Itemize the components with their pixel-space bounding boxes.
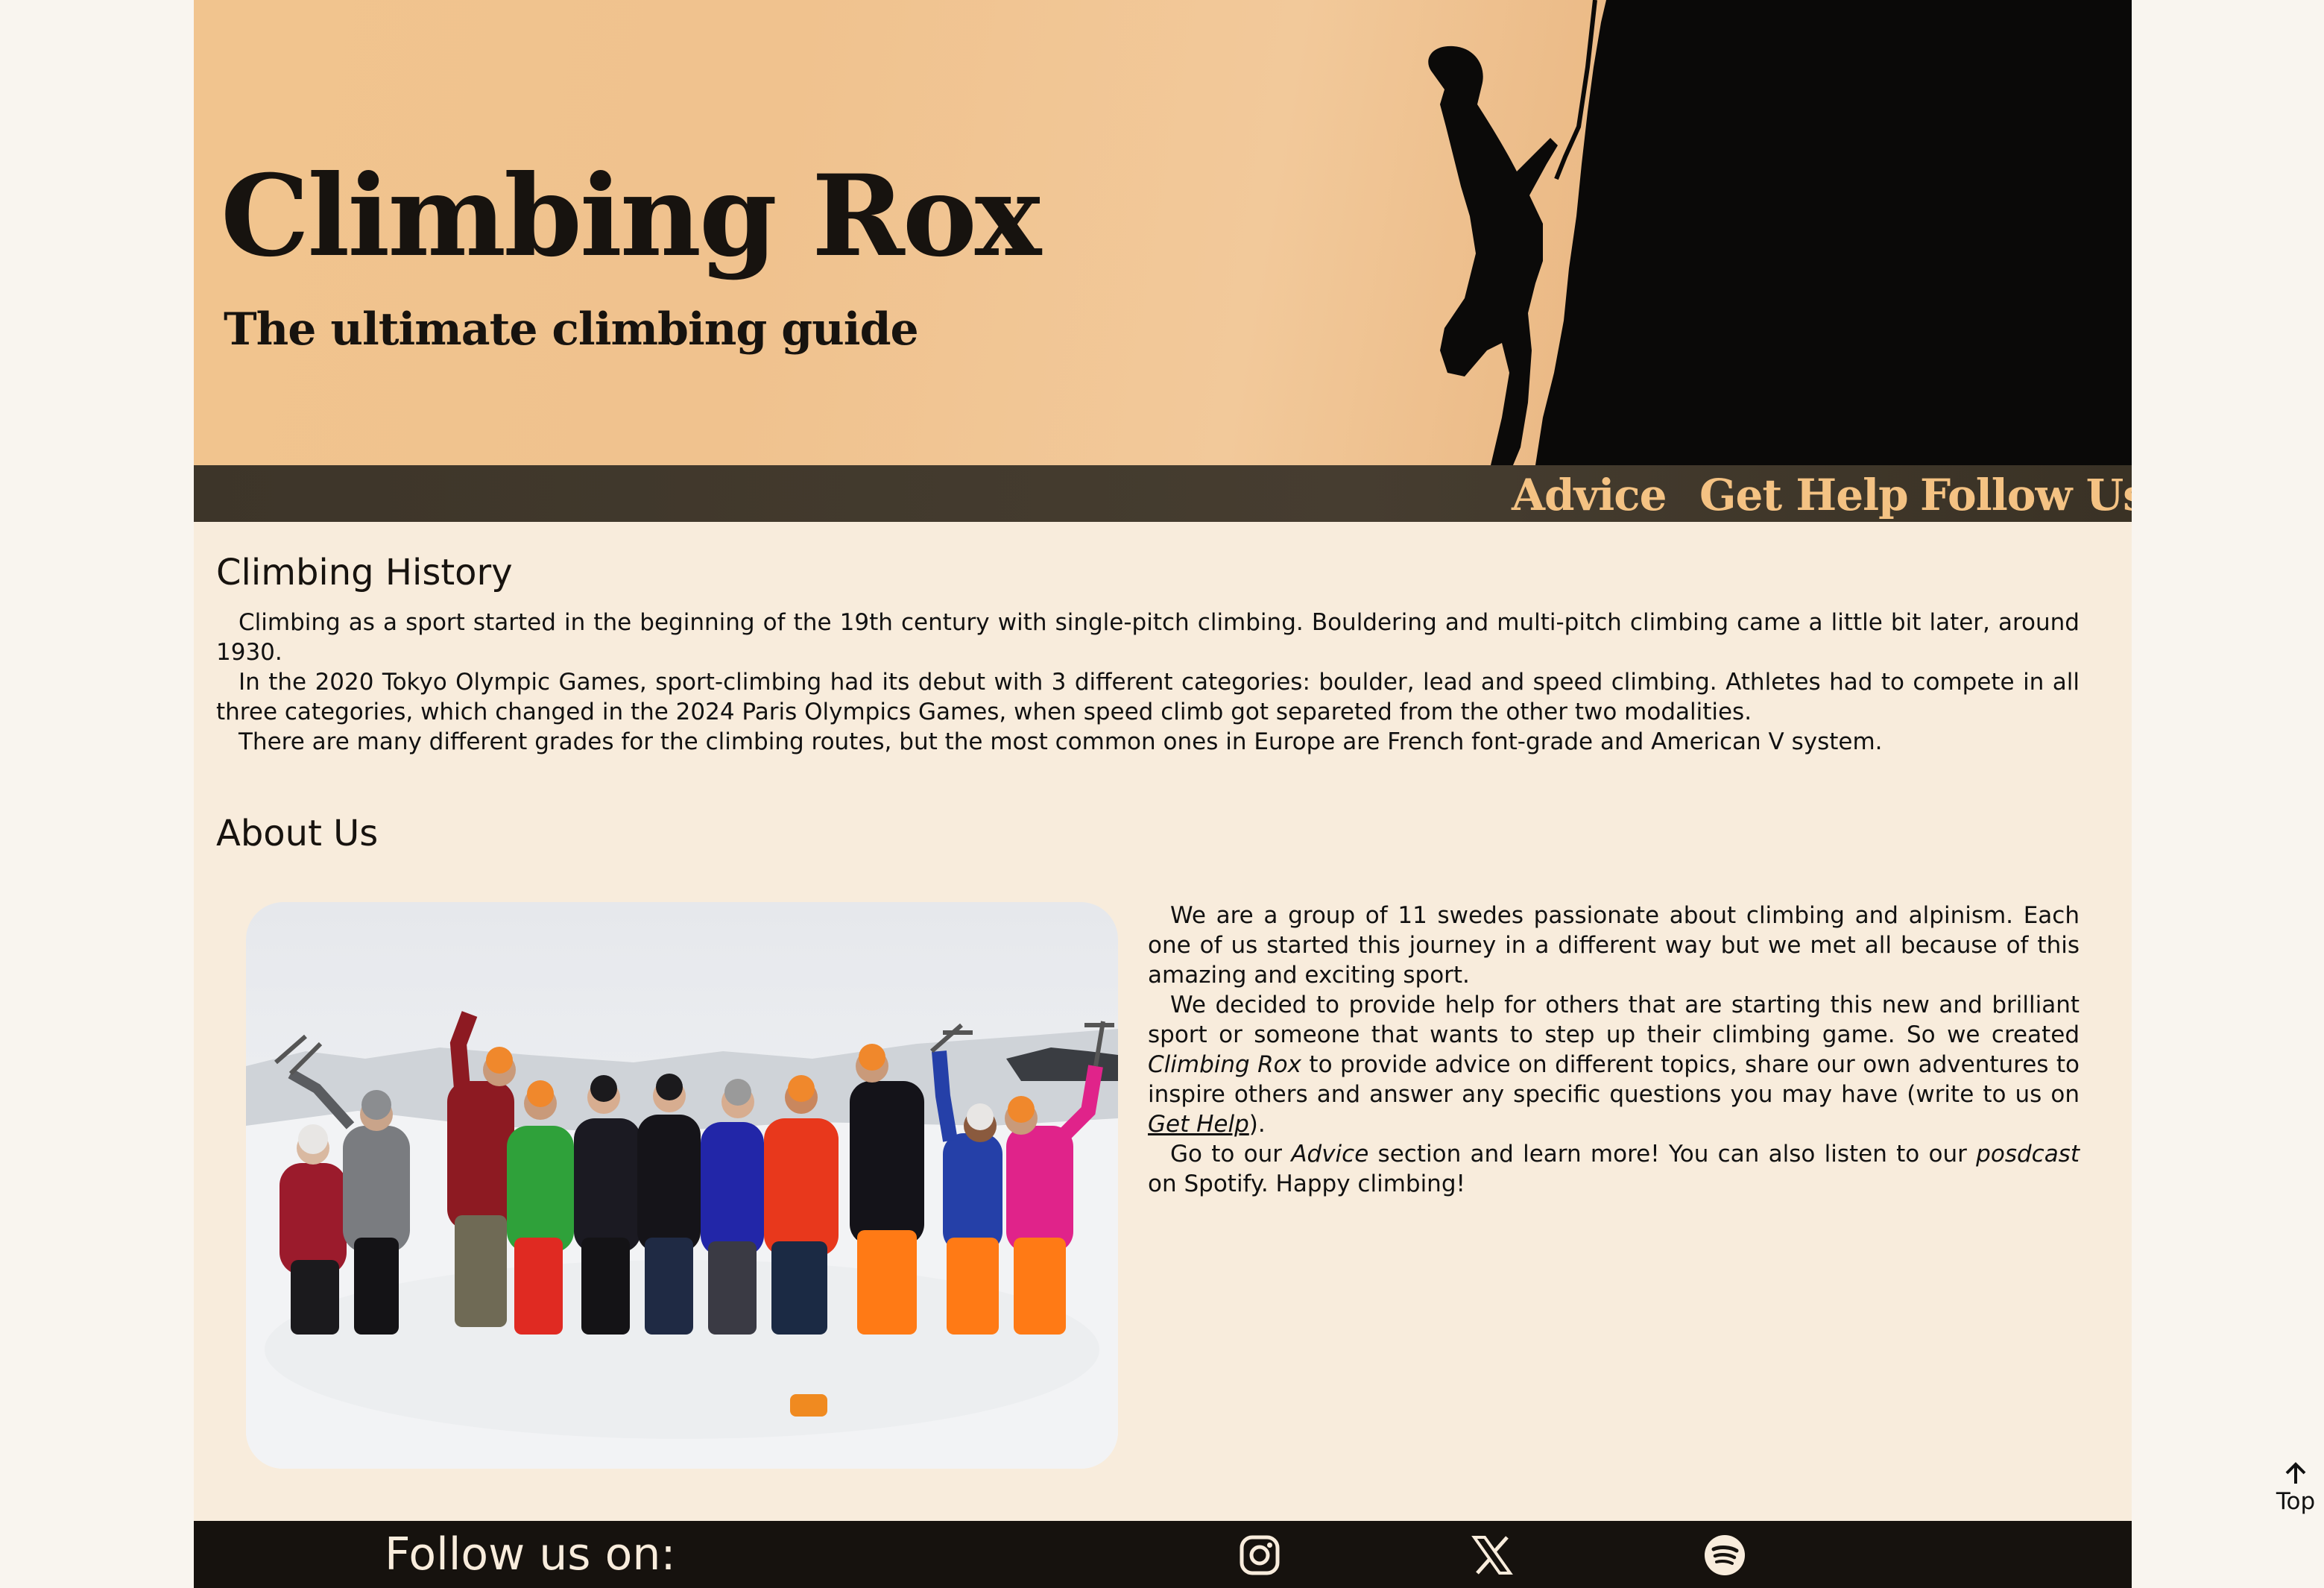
footer: Follow us on: [194,1521,2132,1588]
about-text-segment: We decided to provide help for others th… [1148,992,2080,1048]
about-advice-mention: Advice [1291,1141,1369,1168]
group-photo-illustration [246,1011,1118,1469]
nav-advice[interactable]: Advice [1512,467,1667,523]
about-paragraph: We decided to provide help for others th… [1148,990,2080,1139]
about-podcast-mention: posdcast [1976,1141,2080,1168]
about-text-segment: section and learn more! You can also lis… [1368,1141,1977,1168]
about-text-segment: ). [1248,1111,1266,1138]
nav-follow-us[interactable]: Follow Us [1920,467,2132,523]
arrow-up-icon [2285,1462,2306,1484]
about-heading: About Us [216,813,379,854]
group-photo [246,902,1118,1469]
spotify-icon[interactable] [1704,1534,1746,1576]
about-text-segment: on Spotify. Happy climbing! [1148,1170,1465,1197]
history-paragraph: Climbing as a sport started in the begin… [216,609,2080,666]
about-text: We are a group of 11 swedes passionate a… [1148,901,2080,1199]
history-paragraph: In the 2020 Tokyo Olympic Games, sport-c… [216,669,2080,725]
history-heading: Climbing History [216,552,513,593]
about-brand-name: Climbing Rox [1148,1051,1301,1078]
page: Climbing Rox The ultimate climbing guide… [194,0,2132,1588]
instagram-icon[interactable] [1239,1534,1281,1576]
history-text: Climbing as a sport started in the begin… [216,608,2080,757]
site-subtitle: The ultimate climbing guide [224,303,919,356]
hero-banner: Climbing Rox The ultimate climbing guide [194,0,2132,465]
about-paragraph: Go to our Advice section and learn more!… [1148,1139,2080,1199]
back-to-top-button[interactable]: Top [2272,1461,2320,1521]
about-paragraph: We are a group of 11 swedes passionate a… [1148,902,2080,989]
x-icon[interactable] [1471,1534,1513,1576]
site-title: Climbing Rox [221,151,1041,282]
about-text-segment: Go to our [1170,1141,1292,1168]
history-paragraph: There are many different grades for the … [239,728,1883,755]
footer-label: Follow us on: [385,1528,676,1581]
main-nav: Advice Get Help Follow Us [194,465,2132,522]
nav-get-help[interactable]: Get Help [1699,467,1909,523]
back-to-top-label: Top [2276,1488,2316,1515]
get-help-link[interactable]: Get Help [1148,1111,1249,1138]
